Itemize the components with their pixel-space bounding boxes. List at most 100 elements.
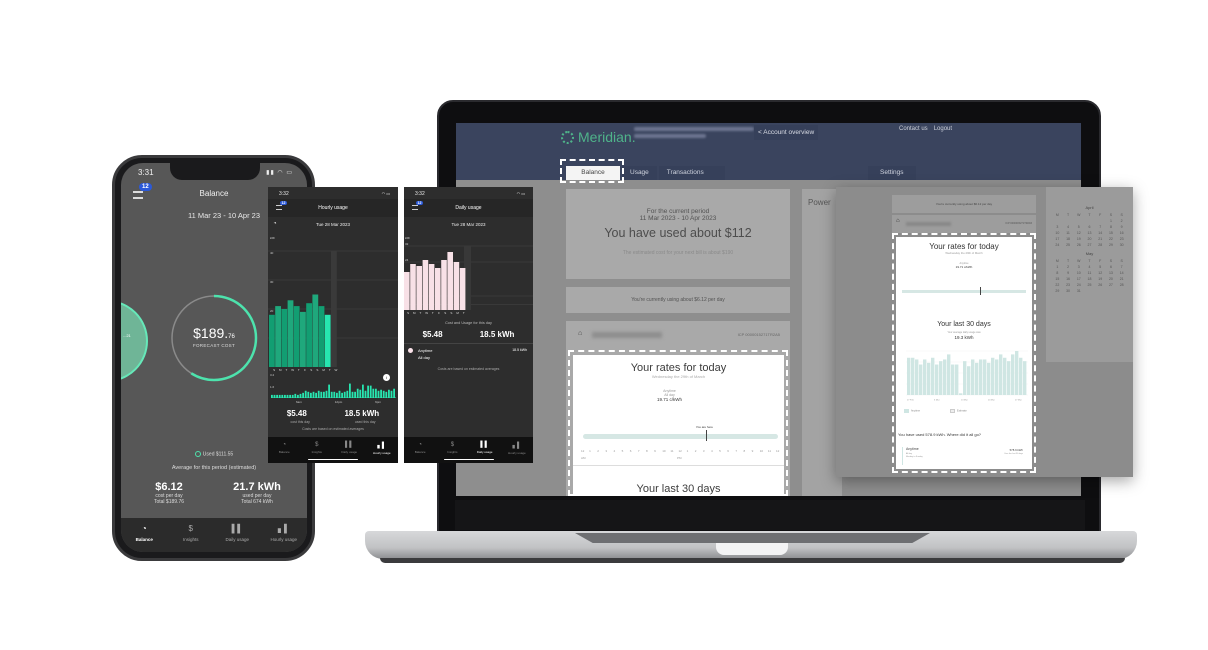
calendar-day[interactable]: 25 [1063,243,1074,247]
calendar-day[interactable]: 12 [1095,271,1106,275]
hourly-bar[interactable] [369,385,372,398]
hourly-bar[interactable] [284,394,286,398]
hourly-bar[interactable] [317,390,320,398]
calendar-day[interactable]: 17 [1052,237,1063,241]
nav-balance[interactable]: ◔ Balance [404,437,436,463]
tab-transactions[interactable]: Transactions [658,166,725,180]
calendar-day[interactable]: 27 [1106,283,1117,287]
hourly-bar[interactable] [380,389,382,398]
hourly-bar[interactable] [367,385,369,398]
calendar-day[interactable]: 2 [1063,265,1074,269]
calendar-day[interactable]: 16 [1116,231,1127,235]
calendar-day[interactable]: 9 [1116,225,1127,229]
nav-balance[interactable]: ◔ Balance [268,437,301,463]
calendar-day[interactable]: 20 [1106,277,1117,281]
hourly-bar[interactable] [390,390,393,398]
calendar-day[interactable]: 3 [1052,225,1063,229]
calendar-day[interactable]: 9 [1063,271,1074,275]
calendar-day[interactable]: 18 [1063,237,1074,241]
daily-bar[interactable] [324,314,331,367]
hourly-bar[interactable] [291,394,294,398]
daily-bar[interactable] [293,306,300,367]
calendar-day[interactable]: 19 [1073,237,1084,241]
calendar-day[interactable]: 23 [1063,283,1074,287]
hourly-bar[interactable] [341,392,343,398]
daily-bar[interactable] [269,314,275,367]
calendar-day[interactable]: 15 [1052,277,1063,281]
calendar-day[interactable]: 26 [1073,243,1084,247]
calendar-day[interactable]: 24 [1073,283,1084,287]
meridian-logo[interactable]: Meridian. [561,129,636,145]
info-button[interactable]: i [383,374,390,381]
daily-bar[interactable] [404,272,410,310]
calendar-day[interactable]: 27 [1084,243,1095,247]
hourly-bar[interactable] [289,394,291,398]
hourly-bar[interactable] [359,389,362,398]
hourly-bar[interactable] [330,391,333,398]
calendar-day[interactable]: 20 [1084,237,1095,241]
calendar-day[interactable]: 7 [1116,265,1127,269]
hourly-bar[interactable] [281,394,284,398]
daily-bar[interactable] [281,309,288,367]
calendar-day[interactable]: 17 [1073,277,1084,281]
tab-usage[interactable]: Usage [622,166,657,180]
calendar-day[interactable]: 30 [1063,289,1074,293]
daily-bar[interactable] [306,303,312,367]
daily-bar[interactable] [300,311,306,367]
nav-balance[interactable]: ◔ Balance [121,518,168,552]
hourly-bar[interactable] [362,384,364,398]
calendar-day[interactable]: 28 [1095,243,1106,247]
calendar-day[interactable]: 6 [1084,225,1095,229]
daily-bar[interactable] [312,294,319,368]
nav-hourly-usage[interactable]: ▖▌ Hourly usage [261,518,308,552]
daily-bar[interactable] [428,264,435,310]
hourly-bar[interactable] [325,390,328,398]
hourly-bar[interactable] [328,384,330,398]
calendar-day[interactable]: 29 [1052,289,1063,293]
hourly-bar[interactable] [299,393,302,398]
daily-bar[interactable] [435,268,441,310]
calendar-day[interactable]: 25 [1084,283,1095,287]
calendar-day[interactable]: 26 [1095,283,1106,287]
nav-hourly-usage[interactable]: ▖▌ Hourly usage [366,437,399,463]
daily-bar[interactable] [447,252,453,310]
calendar-day[interactable]: 5 [1095,265,1106,269]
daily-bar[interactable] [275,306,281,367]
hourly-bar[interactable] [336,392,338,398]
hourly-bar[interactable] [382,390,385,398]
hourly-bar[interactable] [393,388,395,398]
hourly-bar[interactable] [346,390,349,398]
hourly-bar[interactable] [351,391,354,398]
calendar-day[interactable]: 13 [1106,271,1117,275]
calendar-day[interactable]: 15 [1106,231,1117,235]
calendar-day[interactable]: 2 [1116,219,1127,223]
calendar-day[interactable]: 31 [1073,289,1084,293]
calendar-day[interactable]: 14 [1116,271,1127,275]
hourly-bar[interactable] [286,394,289,398]
calendar-day[interactable]: 3 [1073,265,1084,269]
hourly-bar[interactable] [333,391,336,398]
hourly-bar[interactable] [271,394,273,398]
daily-bar[interactable] [441,260,447,310]
calendar-day[interactable]: 28 [1116,283,1127,287]
calendar-day[interactable]: 11 [1084,271,1095,275]
hourly-bar[interactable] [273,394,276,398]
contact-us-link[interactable]: Contact us [899,126,928,132]
calendar-day[interactable]: 21 [1116,277,1127,281]
calendar-day[interactable]: 4 [1063,225,1074,229]
hourly-bar[interactable] [377,390,380,398]
calendar-day[interactable]: 14 [1095,231,1106,235]
hourly-bar[interactable] [349,383,351,398]
calendar-day[interactable]: 22 [1052,283,1063,287]
calendar-day[interactable]: 12 [1073,231,1084,235]
calendar-day[interactable]: 13 [1084,231,1095,235]
daily-bar[interactable] [416,266,422,310]
hourly-bar[interactable] [385,391,388,398]
calendar-day[interactable]: 23 [1116,237,1127,241]
hourly-bar[interactable] [388,389,390,398]
hourly-bar[interactable] [372,388,375,398]
daily-bar[interactable] [453,262,460,310]
tab-settings[interactable]: Settings [868,166,916,180]
calendar-day[interactable]: 30 [1116,243,1127,247]
nav-insights[interactable]: $ Insights [168,518,215,552]
